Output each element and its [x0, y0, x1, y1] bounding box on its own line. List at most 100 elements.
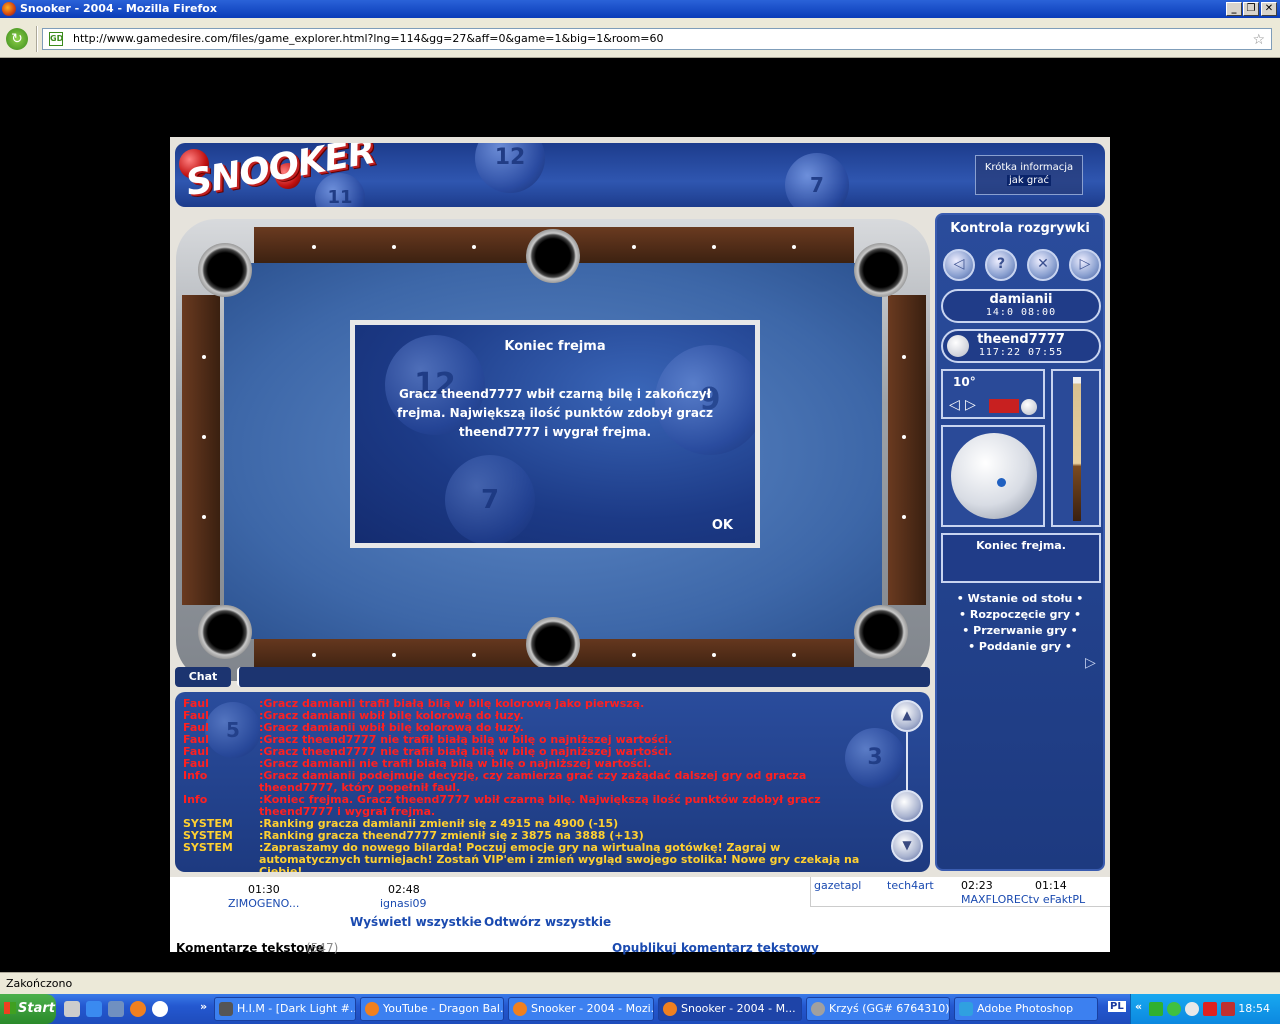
spin-ball[interactable] — [951, 433, 1037, 519]
control-title: Kontrola rozgrywki — [950, 221, 1090, 236]
game-header: SNOOKER 12 11 7 Krótka informacja jak gr… — [175, 143, 1105, 207]
system-tray: « 18:54 — [1130, 994, 1280, 1024]
show-all-link[interactable]: Wyświetl wszystkie — [350, 915, 482, 929]
task-label: YouTube - Dragon Bal... — [383, 1002, 504, 1015]
status-message: Koniec frejma. — [941, 533, 1101, 583]
how-to-play-link[interactable]: jak grać — [1007, 175, 1051, 186]
forward-icon[interactable]: ▷ — [1069, 249, 1101, 281]
rail-diamond — [632, 653, 636, 657]
task-label: Adobe Photoshop — [977, 1002, 1074, 1015]
menu-stop-game[interactable]: • Przerwanie gry • — [937, 623, 1103, 639]
task-label: Snooker - 2004 - M... — [681, 1002, 796, 1015]
page-below-game: 01:30 ZIMOGENO... 02:48 ignasi09 Wyświet… — [170, 877, 1110, 955]
quicklaunch-more[interactable]: » — [200, 1000, 207, 1013]
rail-diamond — [202, 435, 206, 439]
cue-stick-icon[interactable] — [1073, 377, 1081, 521]
scroll-track[interactable] — [906, 732, 908, 792]
restore-button[interactable]: ❐ — [1243, 2, 1259, 16]
angle-indicator — [989, 399, 1019, 413]
pocket-bottom-right — [854, 605, 908, 659]
media-player-icon[interactable] — [108, 1001, 124, 1017]
background-ball: 7 — [785, 153, 849, 207]
language-indicator[interactable]: PL — [1108, 1001, 1126, 1012]
publish-comment-link[interactable]: Opublikuj komentarz tekstowy — [612, 941, 819, 955]
url-input[interactable]: GD http://www.gamedesire.com/files/game_… — [42, 28, 1272, 50]
related-time: 02:23 — [961, 879, 993, 892]
scroll-up-icon[interactable]: ▲ — [891, 700, 923, 732]
cancel-icon[interactable]: ✕ — [1027, 249, 1059, 281]
start-button[interactable]: Start — [0, 994, 56, 1024]
taskbar-item[interactable]: H.I.M - [Dark Light #... — [214, 997, 356, 1021]
play-all-link[interactable]: Odtwórz wszystkie — [484, 915, 611, 929]
spin-point[interactable] — [997, 478, 1006, 487]
player1-name: damianii — [989, 292, 1053, 307]
scroll-down-icon[interactable]: ▼ — [891, 830, 923, 862]
pocket-top-middle — [526, 229, 580, 283]
app-icon — [219, 1002, 233, 1016]
opera-quicklaunch-icon[interactable] — [152, 1001, 168, 1017]
ok-button[interactable]: OK — [712, 518, 733, 533]
tray-volume-icon[interactable] — [1221, 1002, 1235, 1016]
tray-network-icon[interactable] — [1167, 1002, 1181, 1016]
menu-start-game[interactable]: • Rozpoczęcie gry • — [937, 607, 1103, 623]
rail-diamond — [312, 245, 316, 249]
taskbar-item-active[interactable]: Snooker - 2004 - M... — [658, 997, 802, 1021]
chat-text: :Koniec frejma. Gracz theend7777 wbił cz… — [259, 793, 821, 818]
pocket-bottom-middle — [526, 617, 580, 671]
chat-message: Info:Gracz damianii podejmuje decyzję, c… — [183, 770, 883, 794]
firefox-icon — [2, 2, 16, 16]
video-user-link[interactable]: ignasi09 — [380, 897, 427, 910]
angle-right-icon[interactable]: ▷ — [965, 397, 976, 413]
angle-left-icon[interactable]: ◁ — [949, 397, 960, 413]
site-favicon-icon: GD — [49, 32, 63, 46]
background-ball: 7 — [445, 455, 535, 543]
rail-diamond — [712, 245, 716, 249]
related-panel: gazetapl tech4art 02:23 01:14 MAXFLORECt… — [810, 877, 1110, 907]
firefox-quicklaunch-icon[interactable] — [130, 1001, 146, 1017]
minimize-button[interactable]: _ — [1226, 2, 1242, 16]
back-icon[interactable]: ◁ — [943, 249, 975, 281]
expand-arrow-icon[interactable]: ▷ — [1085, 655, 1096, 671]
video-user-link[interactable]: ZIMOGENO... — [228, 897, 299, 910]
help-icon[interactable]: ? — [985, 249, 1017, 281]
power-box[interactable] — [1051, 369, 1101, 527]
chat-messages: Faul:Gracz damianii trafił białą bilą w … — [183, 698, 883, 873]
chat-sender: Info — [183, 769, 208, 782]
taskbar-item[interactable]: Adobe Photoshop — [954, 997, 1098, 1021]
bookmark-star-icon[interactable]: ☆ — [1252, 30, 1265, 49]
video-time: 01:30 — [248, 883, 280, 896]
related-users[interactable]: MAXFLORECtv eFaktPL — [961, 893, 1085, 906]
taskbar-item[interactable]: Krzyś (GG# 6764310)... — [806, 997, 950, 1021]
taskbar-item[interactable]: YouTube - Dragon Bal... — [360, 997, 504, 1021]
show-desktop-icon[interactable] — [64, 1001, 80, 1017]
chat-sender: Info — [183, 793, 208, 806]
taskbar-item[interactable]: Snooker - 2004 - Mozi... — [508, 997, 654, 1021]
photoshop-icon — [959, 1002, 973, 1016]
internet-explorer-icon[interactable] — [86, 1001, 102, 1017]
toolbar-separator — [36, 26, 38, 52]
scroll-thumb[interactable] — [891, 790, 923, 822]
info-title: Krótka informacja — [984, 162, 1074, 173]
related-user[interactable]: gazetapl — [814, 879, 861, 892]
background-ball: 12 — [475, 143, 545, 193]
game-control-panel: Kontrola rozgrywki ◁ ? ✕ ▷ damianii 14:0… — [935, 213, 1105, 871]
rail-diamond — [902, 355, 906, 359]
comments-heading: Komentarze tekstowe — [176, 941, 324, 955]
spin-selector[interactable] — [941, 425, 1045, 527]
active-player-ball-icon — [947, 335, 969, 357]
tray-expand-icon[interactable]: « — [1135, 1000, 1142, 1013]
window-title: Snooker - 2004 - Mozilla Firefox — [20, 2, 217, 15]
reload-icon[interactable]: ↻ — [6, 28, 28, 50]
chat-message: Info :Koniec frejma. Gracz theend7777 wbi… — [183, 794, 883, 818]
tray-gg-icon[interactable] — [1185, 1002, 1199, 1016]
related-user[interactable]: tech4art — [887, 879, 934, 892]
chat-input[interactable] — [237, 667, 930, 687]
menu-surrender[interactable]: • Poddanie gry • — [937, 639, 1103, 655]
frame-end-dialog: 12 9 7 Koniec frejma Gracz theend7777 wb… — [350, 320, 760, 548]
dialog-message: Gracz theend7777 wbił czarną bilę i zako… — [396, 387, 714, 439]
tray-antivirus-icon[interactable] — [1203, 1002, 1217, 1016]
cue-angle-box[interactable]: 10° ◁ ▷ — [941, 369, 1045, 419]
menu-stand-up[interactable]: • Wstanie od stołu • — [937, 591, 1103, 607]
tray-app-icon[interactable] — [1149, 1002, 1163, 1016]
close-button[interactable]: ✕ — [1261, 2, 1277, 16]
